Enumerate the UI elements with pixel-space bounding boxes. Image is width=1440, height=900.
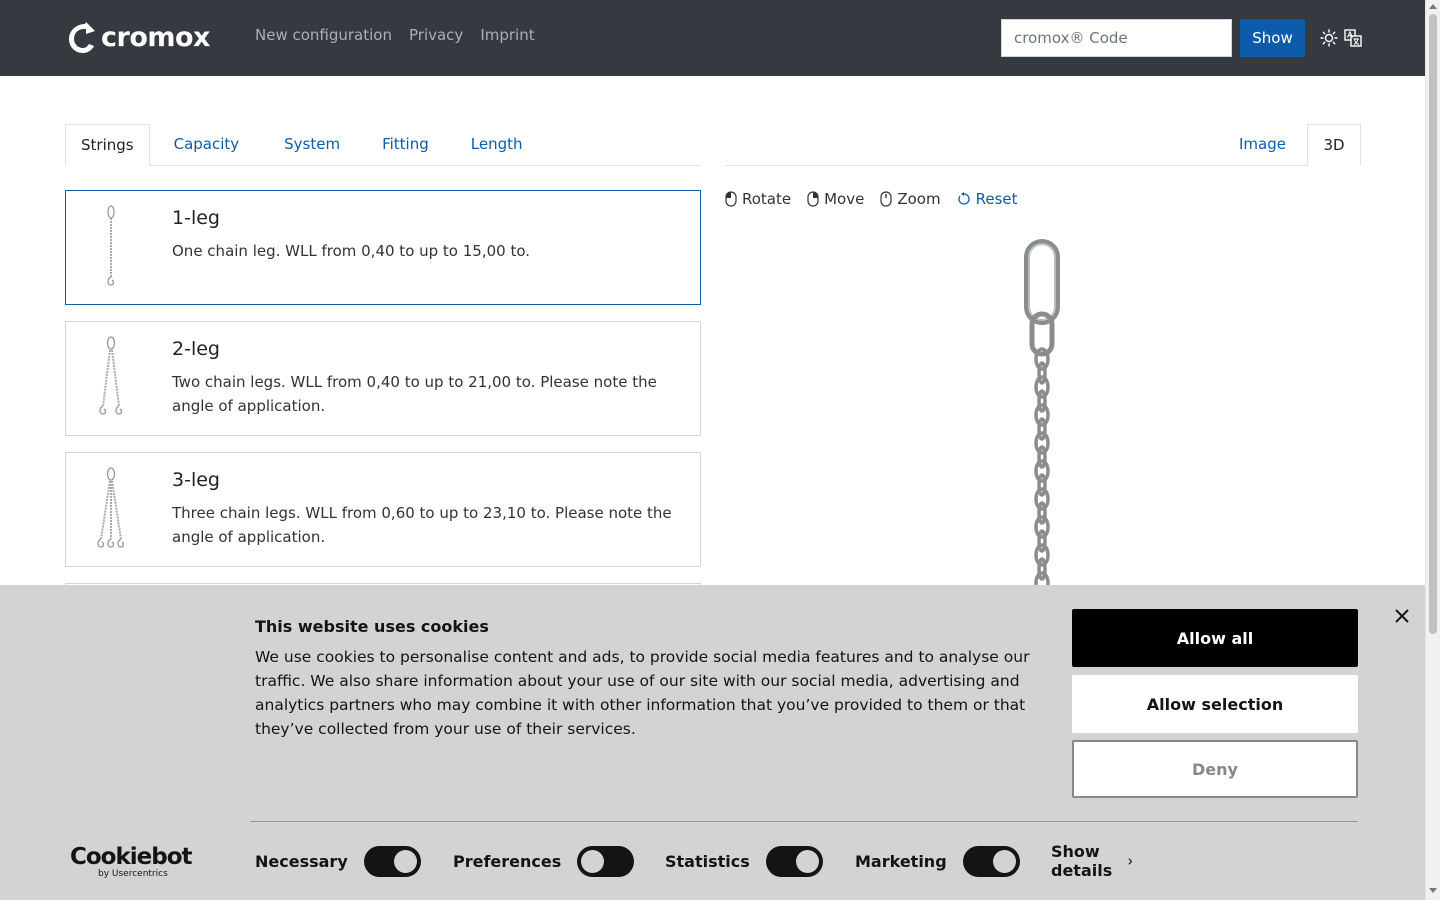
tab-image[interactable]: Image	[1239, 124, 1286, 166]
cookie-title: This website uses cookies	[255, 617, 489, 636]
reset-label: Reset	[975, 190, 1018, 208]
marketing-switch[interactable]	[962, 845, 1020, 877]
rotate-control: Rotate	[725, 190, 791, 208]
scroll-down-arrow-icon[interactable]	[1429, 888, 1437, 893]
chain-link	[1037, 501, 1047, 525]
chain-link	[1037, 529, 1047, 553]
top-navbar: cromox New configuration Privacy Imprint…	[0, 0, 1425, 76]
preferences-switch[interactable]	[577, 845, 635, 877]
toggle-marketing: Marketing	[855, 845, 1020, 877]
chain-links	[1034, 347, 1050, 588]
chain-link	[1034, 375, 1050, 399]
toggle-label: Preferences	[453, 851, 562, 871]
chain-link	[1034, 487, 1050, 511]
chain-link	[1037, 473, 1047, 497]
chain-link	[1037, 417, 1047, 441]
show-details-link[interactable]: Show details	[1051, 842, 1133, 880]
cookiebot-brand: Cookiebot	[70, 844, 193, 870]
translate-icon[interactable]	[1344, 29, 1362, 47]
rotate-label: Rotate	[742, 190, 792, 208]
tab-fitting[interactable]: Fitting	[361, 124, 450, 166]
chevron-right-icon	[1128, 857, 1133, 865]
allow-all-button[interactable]: Allow all	[1072, 609, 1358, 667]
toggle-label: Statistics	[665, 851, 750, 871]
logo-text: cromox	[101, 22, 210, 53]
cookiebot-logo: Cookiebot by Usercentrics	[70, 844, 193, 879]
chain-link	[1034, 459, 1050, 483]
toggle-statistics: Statistics	[665, 845, 823, 877]
option-title: 3-leg	[172, 469, 220, 491]
allow-selection-button[interactable]: Allow selection	[1072, 675, 1358, 733]
chain-3d-model[interactable]	[1010, 238, 1074, 588]
cookie-banner: This website uses cookies We use cookies…	[0, 585, 1425, 900]
reset-icon	[957, 192, 970, 205]
option-description: Two chain legs. WLL from 0,40 to up to 2…	[172, 373, 657, 415]
option-card-2-leg[interactable]: 2-leg Two chain legs. WLL from 0,40 to u…	[65, 321, 701, 436]
tab-3d[interactable]: 3D	[1307, 124, 1361, 166]
zoom-control: Zoom	[880, 190, 941, 208]
tab-system[interactable]: System	[263, 124, 361, 166]
cromox-logo[interactable]: cromox	[65, 20, 210, 56]
config-tabs: Strings Capacity System Fitting Length	[65, 124, 701, 166]
scroll-thumb[interactable]	[1429, 14, 1437, 634]
chain-link	[1037, 557, 1047, 581]
option-card-3-leg[interactable]: 3-leg Three chain legs. WLL from 0,60 to…	[65, 452, 701, 567]
mouse-wheel-icon	[880, 191, 892, 207]
mouse-right-icon	[807, 191, 819, 207]
toggle-preferences: Preferences	[453, 845, 635, 877]
show-button[interactable]: Show	[1240, 19, 1305, 57]
chain-link	[1034, 403, 1050, 427]
tab-strings[interactable]: Strings	[65, 124, 150, 166]
main-nav: New configuration Privacy Imprint	[255, 26, 535, 44]
deny-button[interactable]: Deny	[1072, 740, 1358, 798]
cookiebot-brand-sub: by Usercentrics	[98, 869, 168, 879]
tab-length[interactable]: Length	[450, 124, 544, 166]
toggle-label: Marketing	[855, 851, 947, 871]
chain-link	[1037, 389, 1047, 413]
option-card-1-leg[interactable]: 1-leg One chain leg. WLL from 0,40 to up…	[65, 190, 701, 305]
chain-link	[1034, 515, 1050, 539]
view-tabs: Image 3D	[725, 124, 1361, 166]
chain-link	[1034, 431, 1050, 455]
statistics-switch[interactable]	[765, 845, 823, 877]
option-description: Three chain legs. WLL from 0,60 to up to…	[172, 504, 672, 546]
option-description: One chain leg. WLL from 0,40 to up to 15…	[172, 242, 531, 260]
chain-link	[1034, 543, 1050, 567]
chain-link	[1037, 445, 1047, 469]
cookie-text: We use cookies to personalise content an…	[255, 648, 1030, 738]
mouse-left-icon	[725, 191, 737, 207]
zoom-label: Zoom	[897, 190, 941, 208]
nav-imprint[interactable]: Imprint	[480, 26, 534, 44]
option-title: 2-leg	[172, 338, 220, 360]
sun-icon[interactable]	[1320, 29, 1338, 47]
nav-new-configuration[interactable]: New configuration	[255, 26, 392, 44]
two-leg-chain-image	[99, 336, 123, 415]
three-leg-chain-image	[97, 467, 125, 548]
chain-link	[1037, 361, 1047, 385]
reset-control[interactable]: Reset	[957, 190, 1018, 208]
cromox-hook-icon	[69, 22, 95, 53]
viewer-controls: Rotate Move Zoom Reset	[725, 190, 1018, 208]
move-control: Move	[807, 190, 864, 208]
cromox-code-input[interactable]	[1001, 19, 1232, 57]
nav-privacy[interactable]: Privacy	[409, 26, 463, 44]
scroll-up-arrow-icon[interactable]	[1429, 4, 1437, 9]
page-scrollbar[interactable]	[1425, 0, 1440, 900]
one-leg-chain-image	[107, 205, 115, 286]
show-details-label: Show details	[1051, 842, 1113, 880]
move-label: Move	[824, 190, 865, 208]
close-icon[interactable]	[1392, 606, 1412, 626]
cookie-divider	[250, 821, 1358, 822]
toggle-label: Necessary	[255, 851, 348, 871]
option-title: 1-leg	[172, 207, 220, 229]
necessary-switch[interactable]	[363, 845, 421, 877]
toggle-necessary: Necessary	[255, 845, 421, 877]
tab-capacity[interactable]: Capacity	[150, 124, 264, 166]
